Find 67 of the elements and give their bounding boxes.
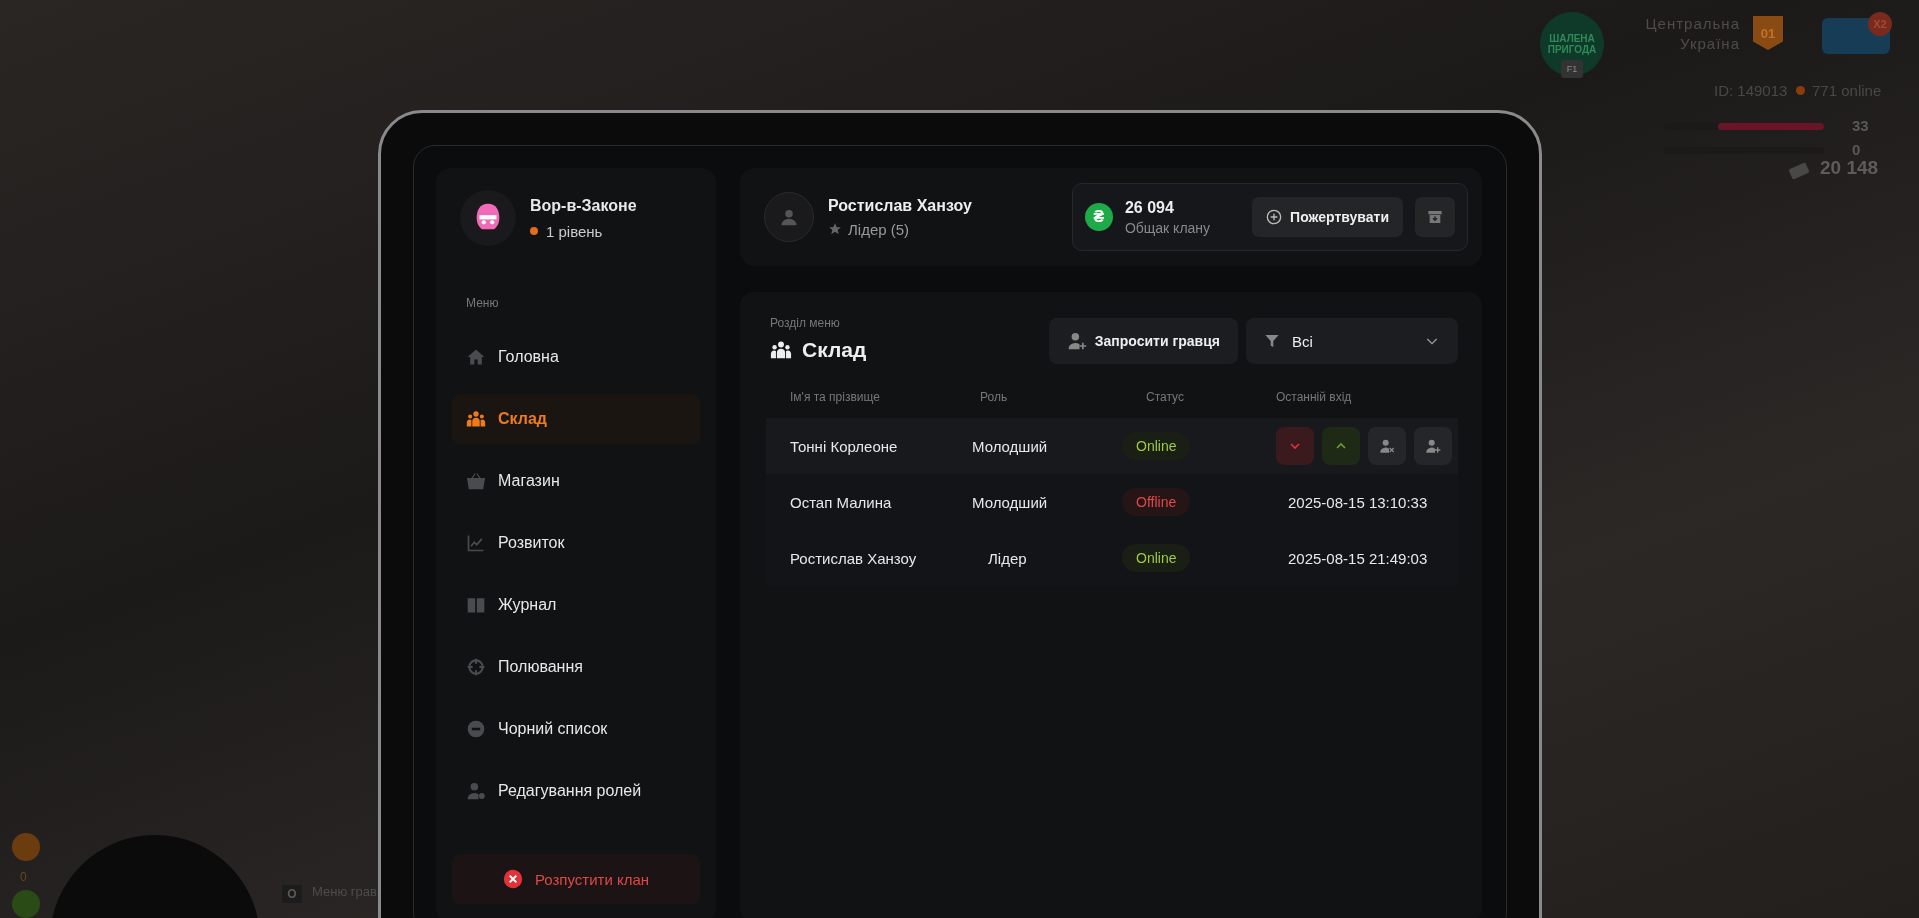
player-role: Лідер (5) [848, 220, 910, 238]
menu-item[interactable]: Полювання [452, 642, 700, 692]
bank-balance: 26 094 [1124, 198, 1175, 217]
money-amount: 20 148 [1820, 157, 1879, 179]
donate-button[interactable]: Пожертвувати [1252, 197, 1403, 237]
level-dot [530, 227, 538, 235]
crosshair-icon [466, 657, 486, 677]
menu-item[interactable]: Склад [452, 394, 700, 444]
status-label: Online [1122, 544, 1191, 572]
menu-item[interactable]: Магазин [452, 456, 700, 506]
hunger-reading: 0 [20, 870, 27, 884]
last-login: 2025-08-15 21:49:03 [1288, 549, 1428, 567]
basket-icon [466, 471, 486, 491]
people-icon [770, 339, 792, 361]
book-icon [466, 595, 486, 615]
column-header: Останній вхід [1275, 390, 1353, 406]
player-name: Ростислав Ханзоу [828, 196, 972, 215]
currency-icon: ₴ [1084, 203, 1113, 231]
last-login: 2025-08-15 13:10:33 [1288, 493, 1428, 511]
status-label: Online [1122, 432, 1191, 460]
meter-reading: 0 [1852, 141, 1861, 158]
close-icon [502, 869, 523, 889]
status-label: Offline [1122, 488, 1191, 516]
archive-button[interactable] [1415, 197, 1455, 237]
block-icon [466, 719, 486, 739]
filter-icon [1264, 333, 1280, 349]
menu-item[interactable]: Журнал [452, 580, 700, 630]
bank-label: Общак клану [1124, 219, 1211, 236]
house-icon [466, 347, 486, 367]
key-hint: O [282, 885, 302, 903]
add-user-button[interactable] [1414, 427, 1452, 465]
add-user-icon [1066, 331, 1087, 351]
user-icon [779, 207, 799, 227]
menu-item[interactable]: Редагування ролей [452, 766, 700, 816]
meter-reading: 33 [1852, 117, 1869, 134]
chart-icon [466, 533, 486, 553]
add-user-icon [1425, 438, 1441, 454]
column-header: Статус [1145, 390, 1185, 406]
key-hint: F1 [1561, 60, 1583, 78]
table-cell-text: Остап Малина [789, 492, 893, 513]
table-cell-text: Молодший [971, 436, 1049, 457]
kick-button[interactable] [1368, 427, 1406, 465]
section-caption: Розділ меню [770, 316, 841, 330]
table-cell-text: Молодший [971, 492, 1049, 513]
filter-dropdown[interactable]: Всі [1246, 318, 1458, 364]
remove-user-icon [1379, 438, 1395, 454]
user-gear-icon [466, 781, 486, 801]
column-header: Роль [979, 390, 1009, 406]
archive-icon [1427, 209, 1443, 225]
table-cell-text: Ростислав Ханзоу [789, 548, 918, 569]
table-cell-text: Тонні Корлеоне [789, 436, 899, 457]
table-row[interactable]: Тонні Корлеоне Молодший Online [766, 418, 1458, 474]
section-label: Меню [466, 296, 500, 310]
online-dot [1796, 86, 1805, 95]
menu-item[interactable]: Розвиток [452, 518, 700, 568]
disband-button[interactable]: Розпустити клан [452, 854, 700, 904]
menu-item[interactable]: Головна [452, 332, 700, 382]
menu-item[interactable]: Чорний список [452, 704, 700, 754]
people-icon [466, 409, 486, 429]
invite-button[interactable]: Запросити гравця [1048, 318, 1238, 364]
section-title: Склад [802, 338, 867, 362]
clan-level: 1 рівень [546, 222, 603, 240]
column-header: Ім'я та прізвище [789, 390, 881, 406]
table-cell-text: Лідер [987, 548, 1028, 569]
star-icon [828, 222, 842, 236]
plus-circle-icon [1266, 209, 1283, 225]
clan-name: Вор-в-Законе [530, 196, 637, 215]
